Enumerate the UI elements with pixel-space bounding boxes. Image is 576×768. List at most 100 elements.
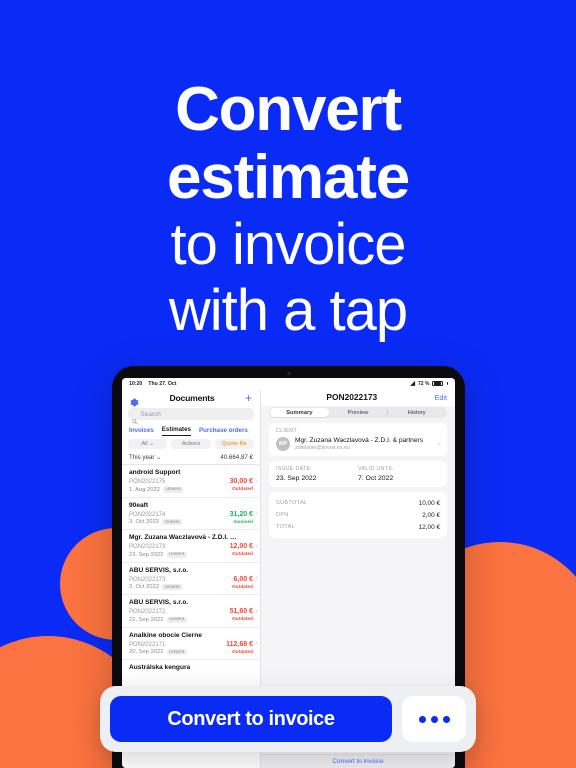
document-date: 20. Sep 2022 bbox=[129, 649, 164, 655]
search-input[interactable]: Search bbox=[128, 408, 254, 425]
status-badge: Unsent bbox=[161, 519, 183, 525]
chevron-right-icon: › bbox=[255, 477, 258, 485]
client-card[interactable]: CLIENT MP Mgr. Zuzana Waczlavová - Z.D.I… bbox=[269, 423, 447, 456]
table-row[interactable]: ABU SERVIS, s.r.o. PON2022172 51,60 € 22… bbox=[122, 595, 260, 628]
document-amount: 31,20 € bbox=[229, 510, 253, 518]
document-status: Outdated bbox=[231, 584, 253, 590]
plus-icon[interactable]: + bbox=[245, 392, 252, 404]
document-name: Analkine obocie Cierne bbox=[129, 631, 202, 639]
document-number: PON2022174 bbox=[129, 511, 166, 518]
page-title: Documents bbox=[169, 393, 215, 403]
status-bar-time: 10:20 bbox=[129, 380, 143, 387]
status-badge: Unsent bbox=[166, 616, 187, 623]
battery-cap-icon bbox=[447, 382, 448, 385]
valid-until-label: VALID UNTIL bbox=[358, 466, 394, 472]
detail-title: PON2022173 bbox=[326, 392, 378, 402]
filter-quote-requests[interactable]: Quote Re bbox=[214, 439, 254, 449]
document-number: PON2022173 bbox=[129, 576, 166, 583]
totals-card: SUBTOTAL 10,00 € DPH 2,00 € TOTAL 12,00 … bbox=[269, 492, 447, 538]
issue-date-block: ISSUE DATE 23. Sep 2022 bbox=[276, 466, 358, 482]
headline-line-1: Convert bbox=[175, 75, 402, 144]
document-status: Outdated bbox=[231, 617, 253, 622]
headline-line-2: estimate bbox=[167, 143, 410, 212]
document-date: 3. Oct 2022 bbox=[129, 519, 159, 525]
headline-line-3: to invoice bbox=[170, 212, 406, 277]
document-amount: 12,00 € bbox=[229, 543, 253, 550]
document-name: ABU SERVIS, s.r.o. bbox=[129, 566, 189, 574]
table-row[interactable]: ABU SERVIS, s.r.o. PON2022173 6,00 € 3. … bbox=[122, 563, 260, 595]
tab-invoices[interactable]: Invoices bbox=[129, 427, 154, 437]
gear-icon[interactable] bbox=[130, 394, 139, 406]
document-name: 90eaft bbox=[129, 501, 149, 509]
chevron-right-icon: › bbox=[255, 509, 258, 517]
more-horizontal-icon-dot-3 bbox=[442, 715, 450, 723]
document-number: PON2022175 bbox=[129, 479, 166, 485]
more-horizontal-icon-dot-1 bbox=[418, 715, 426, 723]
table-row[interactable]: Mgr. Zuzana Waczlavová - Z.D.I. &… PON20… bbox=[122, 530, 260, 563]
status-badge: Unsent bbox=[162, 486, 184, 493]
document-date: 22. Sep 2022 bbox=[129, 616, 164, 623]
tab-purchase-orders[interactable]: Purchase orders bbox=[199, 427, 248, 437]
chevron-right-icon: › bbox=[255, 607, 258, 615]
filter-all[interactable]: All ⌄ bbox=[128, 439, 168, 449]
status-bar: 10:20 Thu 27. Oct ◢ 72 % bbox=[122, 378, 455, 389]
chevron-right-icon: › bbox=[255, 639, 258, 647]
document-amount: 112,68 € bbox=[226, 640, 253, 648]
status-badge: Unsent bbox=[161, 584, 183, 590]
convert-to-invoice-button[interactable]: Convert to invoice bbox=[110, 696, 392, 742]
valid-until-block: VALID UNTIL 7. Oct 2022 bbox=[358, 466, 440, 482]
document-date: 23. Sep 2022 bbox=[129, 551, 164, 558]
tax-row: DPH 2,00 € bbox=[276, 509, 440, 521]
period-selector[interactable]: This year ⌄ bbox=[129, 454, 161, 461]
document-status: Outdated bbox=[231, 649, 253, 655]
avatar: MP bbox=[276, 437, 290, 451]
client-card-label: CLIENT bbox=[276, 428, 297, 434]
headline: Convert estimate to invoice with a tap bbox=[0, 76, 576, 344]
chevron-right-icon: › bbox=[437, 440, 440, 448]
table-row[interactable]: 90eaft PON2022174 31,20 € 3. Oct 2022 Un… bbox=[122, 498, 260, 530]
table-row[interactable]: Analkine obocie Cierne PON2022171 112,68… bbox=[122, 628, 260, 660]
valid-until-value: 7. Oct 2022 bbox=[358, 475, 394, 482]
subtotal-value: 10,00 € bbox=[418, 499, 440, 507]
battery-percent-label: 72 % bbox=[418, 380, 430, 387]
total-row: TOTAL 12,00 € bbox=[276, 521, 440, 533]
filter-actions[interactable]: Actions bbox=[171, 439, 211, 449]
document-date: 1. Aug 2022 bbox=[129, 486, 160, 493]
status-bar-date: Thu 27. Oct bbox=[148, 380, 177, 387]
detail-tabs: Summary Preview History bbox=[269, 407, 447, 418]
tab-estimates[interactable]: Estimates bbox=[161, 426, 191, 436]
document-name: android Support bbox=[129, 469, 181, 476]
tax-value: 2,00 € bbox=[422, 511, 440, 519]
document-number: PON2022172 bbox=[129, 609, 166, 615]
tab-history[interactable]: History bbox=[387, 408, 446, 417]
status-badge: Unsent bbox=[166, 649, 187, 655]
detail-nav-bar: PON2022173 Edit bbox=[261, 389, 455, 406]
promo-screenshot: Convert estimate to invoice with a tap 1… bbox=[0, 0, 576, 768]
document-amount: 6,00 € bbox=[233, 575, 253, 583]
client-email: zdielanie@iinvoices.eu bbox=[295, 445, 350, 451]
status-badge: Unsent bbox=[166, 551, 187, 558]
edit-button[interactable]: Edit bbox=[435, 393, 447, 402]
status-bar-indicators: ◢ 72 % bbox=[410, 381, 448, 387]
document-name: ABU SERVIS, s.r.o. bbox=[129, 599, 189, 606]
subtotal-label: SUBTOTAL bbox=[276, 500, 308, 506]
more-options-button[interactable] bbox=[402, 696, 466, 742]
table-row[interactable]: android Support PON2022175 30,00 € 1. Au… bbox=[122, 465, 260, 498]
search-icon bbox=[132, 411, 138, 425]
document-type-tabs: Invoices Estimates Purchase orders P bbox=[122, 424, 260, 436]
tab-summary[interactable]: Summary bbox=[270, 408, 329, 417]
subtotal-row: SUBTOTAL 10,00 € bbox=[276, 497, 440, 509]
document-status: Outdated bbox=[231, 552, 253, 557]
table-row[interactable]: Austrálska kengura bbox=[122, 660, 260, 675]
document-status: Invoiced bbox=[233, 519, 253, 525]
period-total: 40.664,87 € bbox=[220, 454, 253, 461]
document-amount: 51,60 € bbox=[229, 608, 253, 615]
documents-nav-bar: Documents + bbox=[122, 389, 260, 408]
camera-icon bbox=[287, 372, 290, 375]
convert-to-invoice-inline-action[interactable]: Convert to invoice bbox=[261, 754, 455, 768]
client-name: Mgr. Zuzana Waczlavová - Z.D.I. & partne… bbox=[295, 437, 424, 444]
battery-icon bbox=[432, 380, 444, 387]
document-number: PON2022173 bbox=[129, 544, 166, 550]
search-placeholder: Search bbox=[140, 410, 161, 418]
tab-preview[interactable]: Preview bbox=[329, 408, 388, 417]
